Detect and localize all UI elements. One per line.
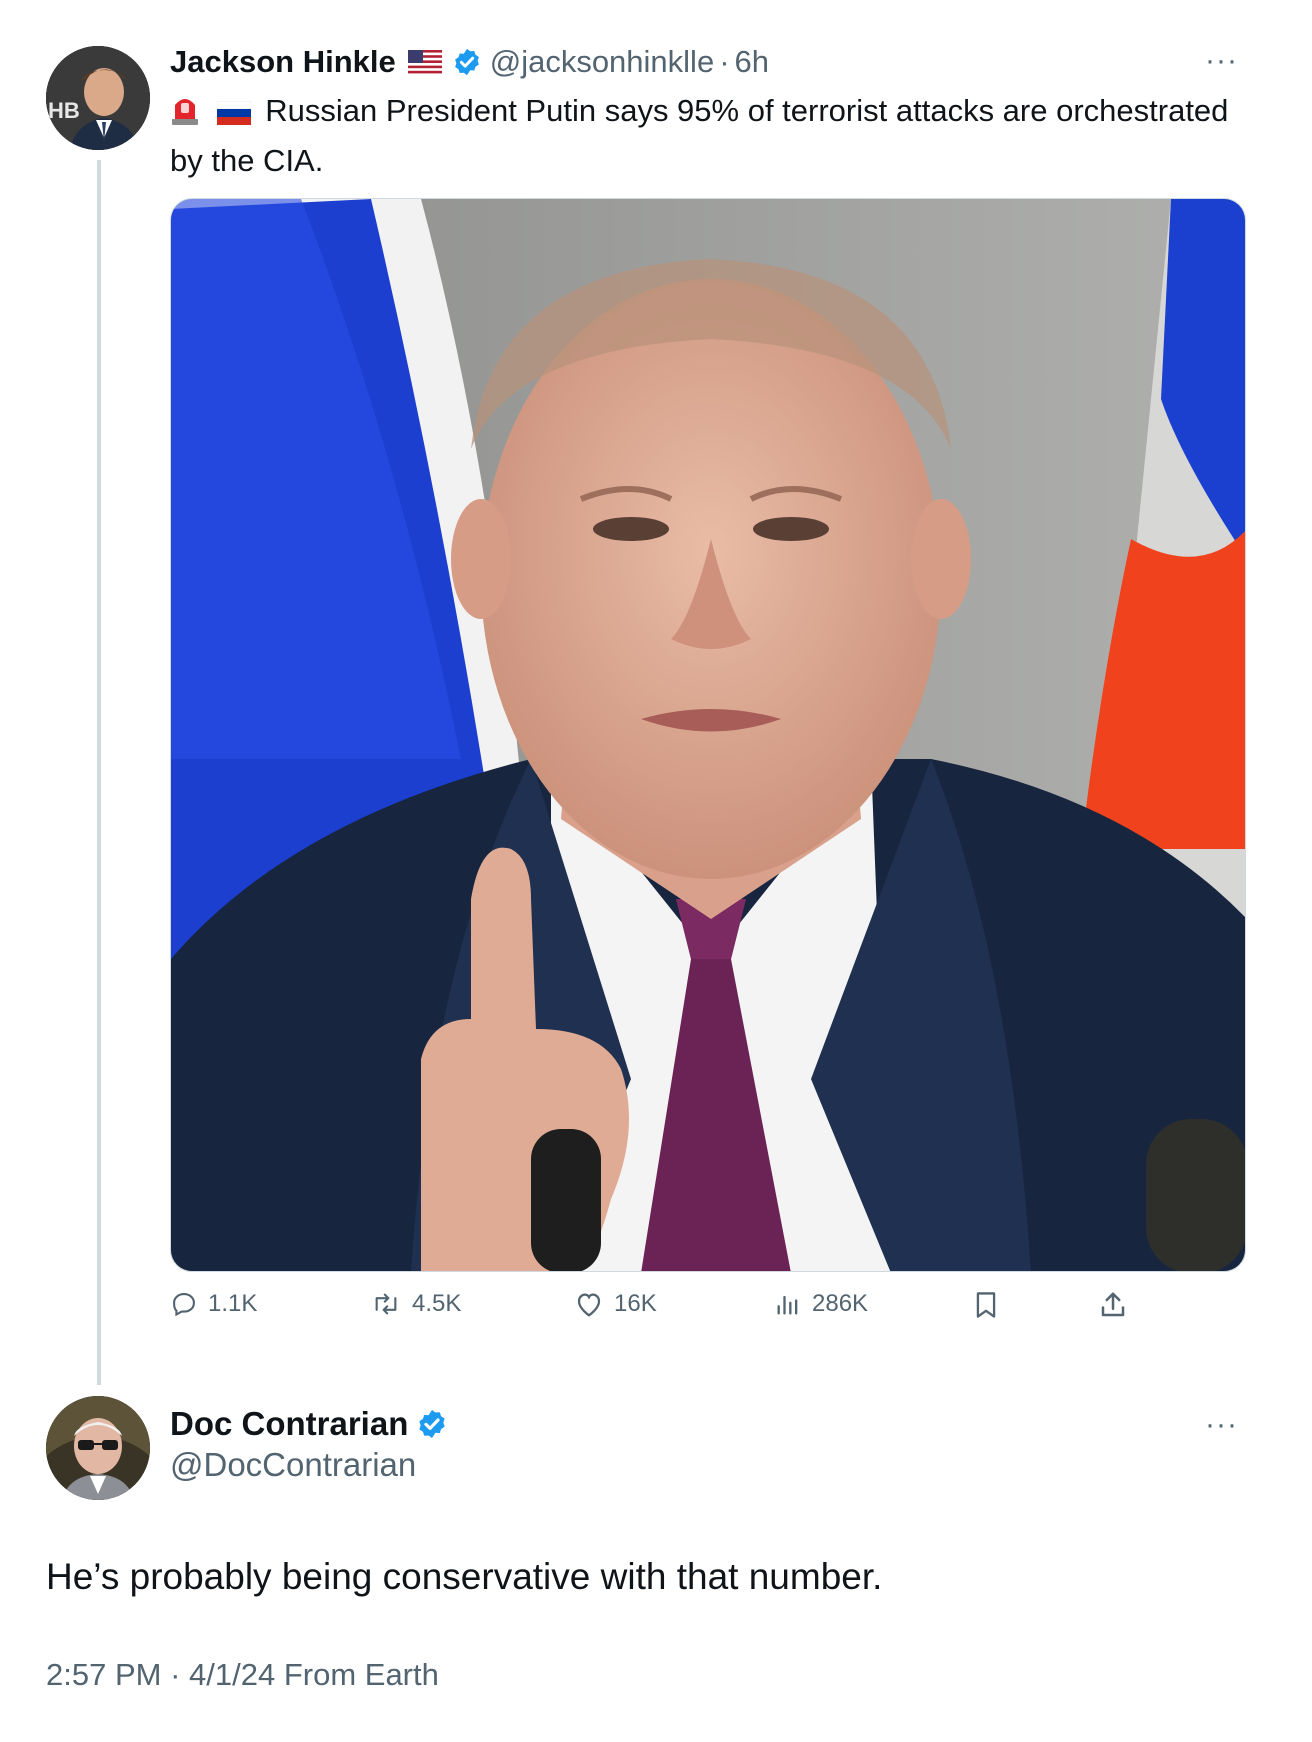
repost-count: 4.5K [412, 1290, 462, 1317]
like-count: 16K [614, 1290, 657, 1317]
more-options-icon[interactable]: ··· [1205, 1408, 1238, 1442]
svg-text:HB: HB [48, 98, 80, 123]
verified-badge-icon[interactable] [452, 47, 482, 77]
reply-count: 1.1K [208, 1290, 258, 1317]
separator-dot: · [170, 1657, 181, 1692]
repost-icon [375, 1293, 397, 1315]
reply-time[interactable]: 2:57 PM [46, 1657, 161, 1692]
avatar-doc-contrarian[interactable] [46, 1396, 150, 1500]
share-button[interactable] [1098, 1290, 1138, 1320]
reply-date-source: 4/1/24 From Earth [189, 1657, 439, 1692]
like-button[interactable]: 16K [574, 1290, 657, 1318]
views-count: 286K [812, 1290, 869, 1317]
separator-dot: · [719, 44, 730, 79]
avatar-jackson-hinkle[interactable]: HB [46, 46, 150, 150]
photo-putin-icon [171, 199, 1245, 1271]
heart-icon [577, 1293, 601, 1317]
share-icon [1101, 1292, 1125, 1317]
us-flag-icon [407, 50, 442, 74]
author-handle[interactable]: @jacksonhinklle [490, 44, 714, 80]
tweet-actions-bar: 1.1K 4.5K 16K 286K [170, 1290, 1250, 1340]
verified-badge-icon[interactable] [416, 1408, 448, 1440]
tweet-timestamp[interactable]: 6h [735, 44, 769, 80]
tweet-image[interactable] [170, 198, 1246, 1272]
views-chart-icon [777, 1295, 798, 1315]
bookmark-icon [976, 1292, 996, 1318]
reply-button[interactable]: 1.1K [170, 1290, 257, 1318]
author-name[interactable]: Jackson Hinkle [170, 44, 396, 80]
avatar-photo-icon [46, 1396, 150, 1500]
reply-author-handle[interactable]: @DocContrarian [170, 1446, 416, 1484]
tweet-text: Russian President Putin says 95% of terr… [170, 93, 1229, 178]
reply-text: He’s probably being conservative with th… [46, 1556, 883, 1597]
repost-button[interactable]: 4.5K [370, 1290, 461, 1318]
avatar-photo-icon: HB [46, 46, 150, 150]
reply-author-name[interactable]: Doc Contrarian [170, 1405, 408, 1443]
thread-connector-line [97, 160, 101, 1385]
reply-icon [173, 1293, 195, 1317]
reply-header: Doc Contrarian [170, 1402, 448, 1446]
police-light-emoji-icon [170, 92, 200, 138]
reply-meta: 2:57 PM · 4/1/24 From Earth [46, 1657, 439, 1693]
tweet-text-block: Russian President Putin says 95% of terr… [170, 88, 1250, 184]
views-button[interactable]: 286K [774, 1290, 868, 1318]
tweet-header: Jackson Hinkle @jacksonhinklle · 6h [170, 40, 769, 84]
bookmark-button[interactable] [972, 1290, 1010, 1320]
more-options-icon[interactable]: ··· [1205, 44, 1238, 78]
russia-flag-emoji-icon [216, 92, 251, 138]
